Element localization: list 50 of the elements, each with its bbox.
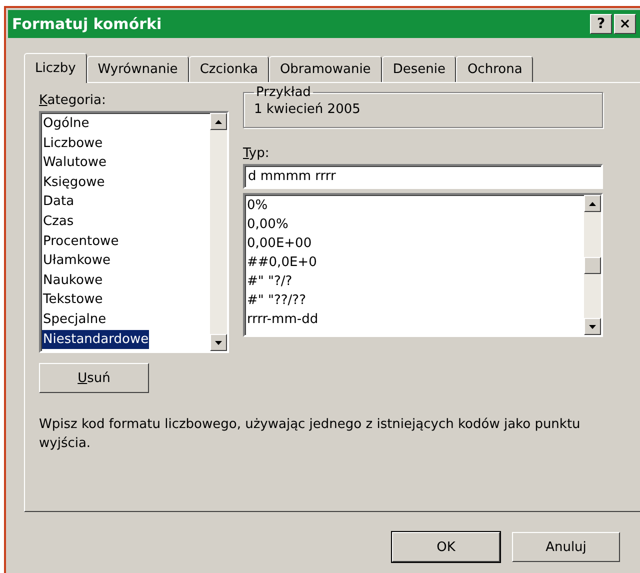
- tab[interactable]: Wyrównanie: [86, 56, 189, 82]
- type-list[interactable]: 0% 0,00% 0,00E+00 ##0,0E+0 #" "?/? #" "??/?? rrrr-mm-dd: [243, 193, 603, 337]
- tab[interactable]: Ochrona: [456, 56, 534, 82]
- type-field[interactable]: d mmmm rrrr: [243, 164, 603, 189]
- up-arrow-icon[interactable]: [589, 202, 596, 206]
- close-button[interactable]: ×: [614, 14, 636, 34]
- scroll-up-button[interactable]: [210, 113, 227, 130]
- scroll-down-button[interactable]: [210, 334, 227, 351]
- list-item[interactable]: 0,00%: [246, 215, 288, 234]
- tab[interactable]: Czcionka: [188, 56, 269, 82]
- scroll-thumb[interactable]: [584, 256, 601, 274]
- list-item[interactable]: Data: [42, 192, 74, 212]
- list-item[interactable]: Czas: [42, 212, 74, 232]
- scrollbar[interactable]: [584, 195, 601, 335]
- list-item[interactable]: Walutowe: [42, 153, 107, 173]
- delete-button[interactable]: Usuń: [39, 363, 149, 393]
- sample-label: Przykład: [255, 85, 312, 100]
- list-item[interactable]: #" "??/??: [246, 291, 306, 310]
- sample-value: 1 kwiecień 2005: [254, 102, 360, 117]
- list-item[interactable]: #" "?/?: [246, 272, 292, 291]
- window-title: Formatuj komórki: [12, 15, 162, 33]
- help-button[interactable]: ?: [590, 14, 612, 34]
- scroll-down-button[interactable]: [584, 318, 601, 335]
- down-arrow-icon[interactable]: [215, 340, 222, 344]
- type-label: Typ:: [243, 146, 270, 161]
- list-item[interactable]: Tekstowe: [42, 290, 103, 310]
- tab[interactable]: Liczby: [24, 53, 87, 83]
- tab[interactable]: Obramowanie: [268, 56, 382, 82]
- list-item[interactable]: ##0,0E+0: [246, 253, 317, 272]
- list-item[interactable]: Ułamkowe: [42, 251, 110, 271]
- list-item[interactable]: Niestandardowe: [42, 330, 149, 350]
- description-text: Wpisz kod formatu liczbowego, używając jednego z istniejących kodów jako punktu wyjścia.: [39, 416, 582, 453]
- list-item[interactable]: Ogólne: [42, 114, 90, 134]
- list-item[interactable]: Naukowe: [42, 270, 103, 290]
- category-list[interactable]: Ogólne Liczbowe Walutowe Księgowe Data Czas Procentowe Ułamkowe Naukowe Tekstowe Specjalne Niestandardowe: [39, 111, 229, 353]
- list-item[interactable]: Procentowe: [42, 232, 119, 252]
- cancel-button[interactable]: Anuluj: [512, 532, 620, 562]
- category-label: Kategoria:: [39, 93, 107, 108]
- list-item[interactable]: 0,00E+00: [246, 234, 312, 253]
- list-item[interactable]: 0%: [246, 196, 268, 215]
- list-item[interactable]: Liczbowe: [42, 134, 103, 154]
- ok-button[interactable]: OK: [392, 532, 500, 562]
- tab[interactable]: Desenie: [382, 56, 456, 82]
- list-item[interactable]: rrrr-mm-dd: [246, 310, 318, 329]
- up-arrow-icon[interactable]: [215, 120, 222, 124]
- list-item[interactable]: Księgowe: [42, 172, 105, 192]
- down-arrow-icon[interactable]: [589, 324, 596, 328]
- scroll-up-button[interactable]: [584, 195, 601, 212]
- scrollbar[interactable]: [210, 113, 227, 351]
- list-item[interactable]: Specjalne: [42, 310, 106, 330]
